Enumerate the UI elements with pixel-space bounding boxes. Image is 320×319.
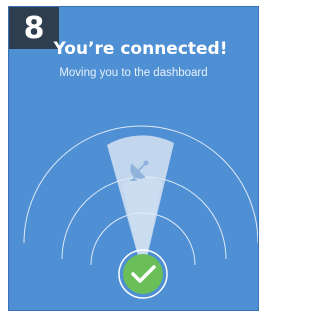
status-message: Moving you to the dashboard [59,67,208,79]
connection-screen: 8 You’re connected! Moving you to the da… [8,6,259,311]
page-title: You’re connected! [53,39,228,59]
checkmark-icon [118,249,168,299]
